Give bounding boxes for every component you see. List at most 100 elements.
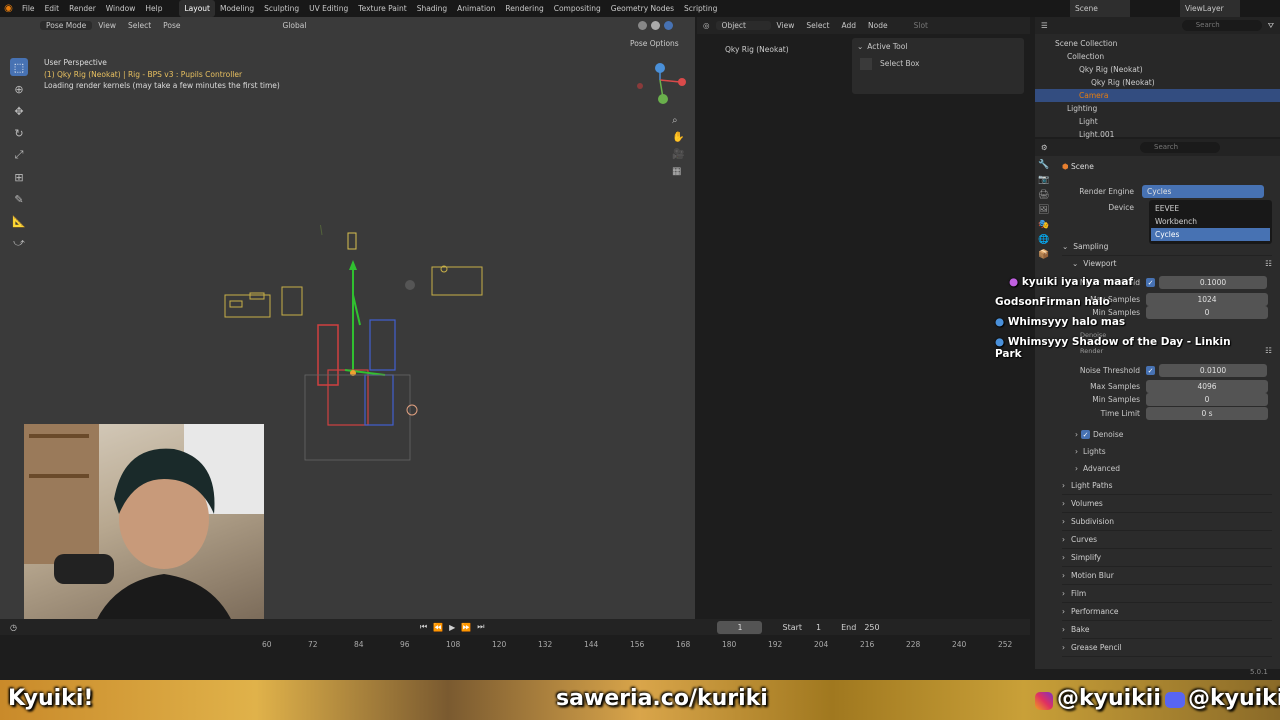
section-subdivision[interactable]: › Subdivision — [1062, 513, 1272, 531]
world-tab-icon[interactable]: 🌐 — [1038, 235, 1054, 245]
menu-render[interactable]: Render — [64, 0, 101, 17]
editor-type-icon[interactable]: ◎ — [697, 21, 716, 30]
move-tool-icon[interactable]: ✥ — [10, 102, 28, 120]
render-list-icon[interactable]: ☷ — [1265, 346, 1272, 355]
current-frame-field[interactable]: 1 — [717, 620, 763, 634]
menu-file[interactable]: File — [17, 0, 40, 17]
collection-tab-icon[interactable]: 📦 — [1038, 250, 1054, 260]
section-film[interactable]: › Film — [1062, 585, 1272, 603]
filter-icon[interactable]: ⛛ — [1262, 21, 1280, 31]
grid-icon[interactable]: ▦ — [672, 166, 684, 177]
tab-geometry-nodes[interactable]: Geometry Nodes — [606, 0, 679, 17]
orientation-selector[interactable]: Global — [277, 21, 313, 30]
mode-selector[interactable]: Pose Mode — [40, 21, 93, 30]
section-light-paths[interactable]: › Light Paths — [1062, 477, 1272, 495]
node-menu-add[interactable]: Add — [836, 21, 863, 30]
cursor-tool-icon[interactable]: ⊕ — [10, 80, 28, 98]
shading-rendered-icon[interactable] — [664, 21, 673, 30]
list-icon[interactable]: ☷ — [1265, 259, 1272, 268]
pan-hand-icon[interactable]: ✋ — [672, 132, 684, 143]
rotate-tool-icon[interactable]: ↻ — [10, 124, 28, 142]
outliner-item[interactable]: Lighting — [1035, 102, 1280, 115]
zoom-icon[interactable]: ⌕ — [672, 115, 684, 126]
r-noise-threshold-field[interactable]: 0.0100 — [1159, 364, 1267, 377]
outliner-type-icon[interactable]: ☰ — [1035, 21, 1054, 30]
render-tab-icon[interactable]: 📷 — [1038, 175, 1054, 185]
end-field[interactable]: 250 — [864, 623, 879, 632]
collapse-icon[interactable]: ⌄ — [857, 42, 863, 51]
timeline-ruler[interactable]: 60 72 84 96 108 120 132 144 156 168 180 192 204 216 22… — [0, 635, 1030, 665]
select-box-tool-icon[interactable]: ⬚ — [10, 58, 28, 76]
outliner-item[interactable]: Light — [1035, 115, 1280, 128]
engine-option-eevee[interactable]: EEVEE — [1151, 202, 1270, 215]
tool-tab-icon[interactable]: 🔧 — [1038, 160, 1054, 170]
camera-view-icon[interactable]: 🎥 — [672, 149, 684, 160]
outliner-item[interactable]: Camera — [1035, 89, 1280, 102]
output-tab-icon[interactable]: 🖨 — [1038, 190, 1054, 200]
timeline-type-icon[interactable]: ◷ — [10, 623, 17, 632]
tab-sculpting[interactable]: Sculpting — [259, 0, 304, 17]
section-curves[interactable]: › Curves — [1062, 531, 1272, 549]
start-field[interactable]: 1 — [816, 623, 821, 632]
denoise-subsection[interactable]: Denoise — [1093, 430, 1123, 439]
scene-tab-icon[interactable]: 🎭 — [1038, 220, 1054, 230]
measure-tool-icon[interactable]: 📐 — [10, 212, 28, 230]
tab-uv-editing[interactable]: UV Editing — [304, 0, 353, 17]
render-engine-dropdown[interactable]: Cycles — [1142, 185, 1264, 198]
tab-compositing[interactable]: Compositing — [549, 0, 606, 17]
menu-pose[interactable]: Pose — [157, 21, 186, 30]
tab-animation[interactable]: Animation — [452, 0, 500, 17]
scene-selector[interactable]: Scene — [1070, 0, 1130, 17]
menu-view[interactable]: View — [92, 21, 122, 30]
tab-scripting[interactable]: Scripting — [679, 0, 722, 17]
jump-end-icon[interactable]: ⏭ — [477, 622, 484, 632]
scale-tool-icon[interactable]: ⤢ — [10, 146, 28, 164]
section-grease-pencil[interactable]: › Grease Pencil — [1062, 639, 1272, 657]
tab-shading[interactable]: Shading — [412, 0, 452, 17]
bone-roll-tool-icon[interactable]: ⤻ — [10, 234, 28, 252]
shading-material-icon[interactable] — [651, 21, 660, 30]
node-menu-select[interactable]: Select — [800, 21, 835, 30]
section-performance[interactable]: › Performance — [1062, 603, 1272, 621]
blender-logo-icon[interactable]: ◉ — [0, 0, 17, 17]
outliner-search-input[interactable]: Search — [1181, 20, 1262, 31]
node-menu-view[interactable]: View — [771, 21, 801, 30]
section-simplify[interactable]: › Simplify — [1062, 549, 1272, 567]
properties-type-icon[interactable]: ⚙ — [1035, 143, 1054, 152]
node-editor[interactable] — [697, 17, 1030, 619]
node-menu-node[interactable]: Node — [862, 21, 894, 30]
section-motion-blur[interactable]: › Motion Blur — [1062, 567, 1272, 585]
chevron-right-icon[interactable]: › — [1075, 430, 1078, 439]
navigation-gizmo[interactable] — [630, 60, 690, 110]
node-mode-selector[interactable]: Object — [715, 21, 771, 30]
view-layer-selector[interactable]: ViewLayer — [1180, 0, 1240, 17]
denoise-checkbox[interactable]: ✓ — [1081, 430, 1090, 439]
outliner-item[interactable]: Qky Rig (Neokat) — [1035, 63, 1280, 76]
menu-edit[interactable]: Edit — [40, 0, 65, 17]
next-keyframe-icon[interactable]: ⏩ — [461, 623, 471, 632]
slot-selector[interactable]: Slot — [908, 21, 934, 30]
prev-keyframe-icon[interactable]: ⏪ — [433, 623, 443, 632]
section-volumes[interactable]: › Volumes — [1062, 495, 1272, 513]
jump-start-icon[interactable]: ⏮ — [420, 622, 427, 632]
time-limit-field[interactable]: 0 s — [1146, 407, 1268, 420]
advanced-subsection[interactable]: Advanced — [1083, 464, 1120, 473]
outliner-item[interactable]: Scene Collection — [1035, 37, 1280, 50]
section-bake[interactable]: › Bake — [1062, 621, 1272, 639]
shading-solid-icon[interactable] — [638, 21, 647, 30]
r-noise-checkbox[interactable]: ✓ — [1146, 366, 1155, 375]
lights-subsection[interactable]: Lights — [1083, 447, 1106, 456]
tab-layout[interactable]: Layout — [179, 0, 215, 17]
annotate-tool-icon[interactable]: ✎ — [10, 190, 28, 208]
menu-window[interactable]: Window — [101, 0, 141, 17]
menu-select[interactable]: Select — [122, 21, 157, 30]
tab-rendering[interactable]: Rendering — [500, 0, 548, 17]
tab-texture-paint[interactable]: Texture Paint — [353, 0, 411, 17]
engine-option-workbench[interactable]: Workbench — [1151, 215, 1270, 228]
viewport-subsection[interactable]: ⌄ Viewport ☷ — [1072, 254, 1272, 272]
transform-tool-icon[interactable]: ⊞ — [10, 168, 28, 186]
play-icon[interactable]: ▶ — [449, 623, 455, 632]
view-layer-tab-icon[interactable]: 🖼 — [1038, 205, 1054, 215]
tab-modeling[interactable]: Modeling — [215, 0, 259, 17]
menu-help[interactable]: Help — [140, 0, 167, 17]
